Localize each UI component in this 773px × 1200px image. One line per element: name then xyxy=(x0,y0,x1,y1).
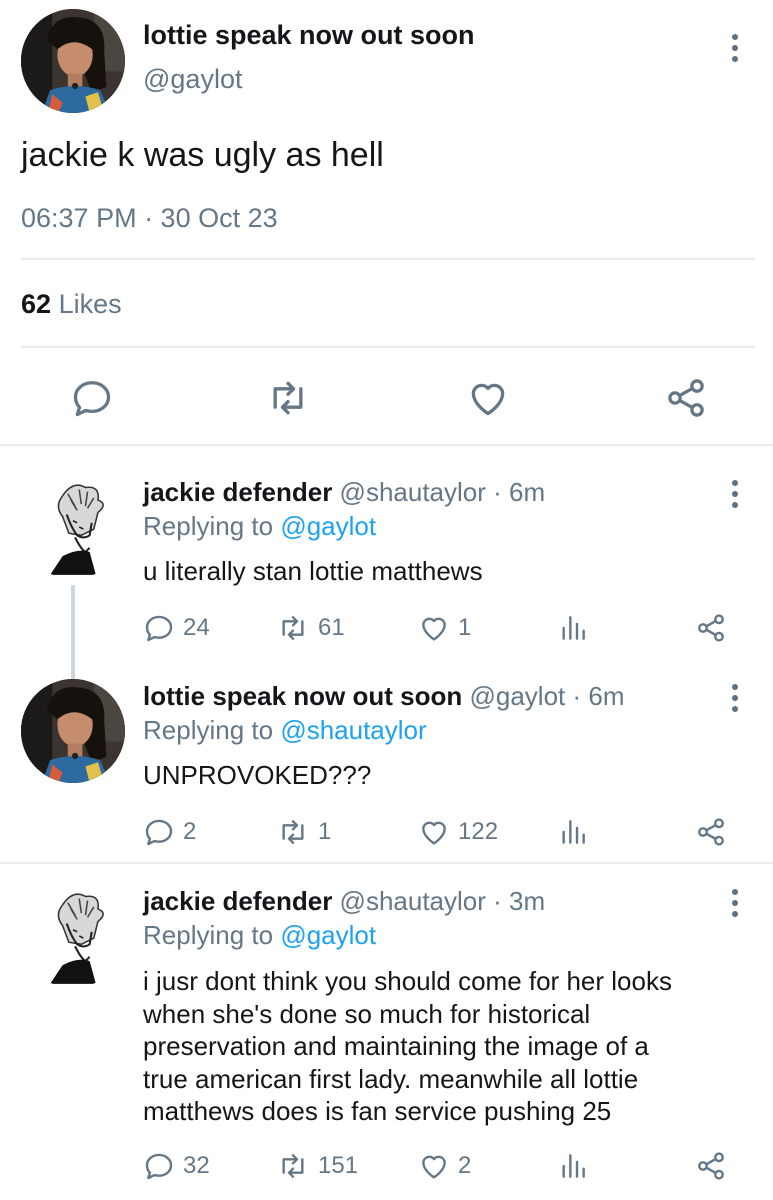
replying-prefix: Replying to xyxy=(143,920,274,950)
reply-text-line: preservation and maintaining the image o… xyxy=(143,1031,649,1061)
replying-to: Replying to @shautaylor xyxy=(143,715,427,746)
reply-action[interactable]: 2 xyxy=(143,816,196,848)
reply-count: 2 xyxy=(183,818,197,845)
reply-text-line: true american first lady. meanwhile all … xyxy=(143,1063,639,1094)
likes-label: Likes xyxy=(58,289,122,319)
divider xyxy=(0,444,773,446)
reply-text: UNPROVOKED??? xyxy=(143,760,372,790)
retweet-action[interactable]: 151 xyxy=(276,1150,358,1182)
like-count: 122 xyxy=(458,818,499,845)
retweet-icon xyxy=(276,1150,310,1182)
profile-photo-icon xyxy=(21,9,125,113)
share-icon[interactable] xyxy=(664,376,708,425)
divider xyxy=(21,346,755,348)
like-action[interactable]: 122 xyxy=(418,816,498,848)
reply-text-line: when she's done so much for historical xyxy=(143,998,591,1029)
like-count: 1 xyxy=(458,614,472,641)
profile-photo-icon xyxy=(21,884,125,988)
comment-icon xyxy=(143,1150,175,1182)
likes-summary[interactable]: 62 Likes xyxy=(21,289,122,320)
reply-header: jackie defender @shautaylor · 6m xyxy=(143,477,545,508)
divider xyxy=(21,258,755,260)
avatar[interactable] xyxy=(21,475,125,579)
divider xyxy=(0,862,773,864)
more-vertical-icon[interactable] xyxy=(729,480,741,508)
handle-time[interactable]: @shautaylor · 3m xyxy=(340,886,546,916)
like-action[interactable]: 1 xyxy=(418,612,471,644)
reply-text: i jusr dont think you should come for he… xyxy=(143,965,672,1128)
avatar[interactable] xyxy=(21,9,125,113)
profile-photo-icon xyxy=(21,679,125,783)
display-name[interactable]: lottie speak now out soon xyxy=(143,20,475,51)
avatar[interactable] xyxy=(21,679,125,783)
more-vertical-icon[interactable] xyxy=(729,34,741,62)
comment-icon[interactable] xyxy=(70,376,114,425)
mention-link[interactable]: @gaylot xyxy=(280,920,376,950)
like-count: 2 xyxy=(458,1152,472,1179)
reply-action[interactable]: 32 xyxy=(143,1150,210,1182)
comment-icon xyxy=(143,816,175,848)
retweet-icon[interactable] xyxy=(266,376,310,425)
display-name[interactable]: jackie defender xyxy=(143,886,332,916)
retweet-icon xyxy=(276,612,310,644)
tweet-timestamp[interactable]: 06:37 PM · 30 Oct 23 xyxy=(21,203,278,234)
display-name[interactable]: lottie speak now out soon xyxy=(143,681,462,711)
retweet-action[interactable]: 1 xyxy=(276,816,331,848)
heart-icon[interactable] xyxy=(466,376,510,425)
display-name[interactable]: jackie defender xyxy=(143,477,332,507)
analytics-icon[interactable] xyxy=(557,816,589,853)
handle-time[interactable]: @shautaylor · 6m xyxy=(340,477,546,507)
replying-prefix: Replying to xyxy=(143,715,274,745)
reply-header: jackie defender @shautaylor · 3m xyxy=(143,886,545,917)
more-vertical-icon[interactable] xyxy=(729,684,741,712)
user-handle[interactable]: @gaylot xyxy=(143,64,242,95)
reply-header: lottie speak now out soon @gaylot · 6m xyxy=(143,681,624,712)
like-action[interactable]: 2 xyxy=(418,1150,471,1182)
reply-count: 32 xyxy=(183,1152,210,1179)
share-icon[interactable] xyxy=(695,1150,727,1187)
retweet-count: 1 xyxy=(318,818,332,845)
reply-action[interactable]: 24 xyxy=(143,612,210,644)
tweet-text: jackie k was ugly as hell xyxy=(21,136,384,174)
replying-prefix: Replying to xyxy=(143,511,274,541)
retweet-count: 61 xyxy=(318,614,345,641)
retweet-action[interactable]: 61 xyxy=(276,612,345,644)
profile-photo-icon xyxy=(21,475,125,579)
reply-text: u literally stan lottie matthews xyxy=(143,556,483,586)
replying-to: Replying to @gaylot xyxy=(143,511,376,542)
handle-time[interactable]: @gaylot · 6m xyxy=(469,681,624,711)
reply-count: 24 xyxy=(183,614,210,641)
retweet-count: 151 xyxy=(318,1152,359,1179)
mention-link[interactable]: @shautaylor xyxy=(280,715,426,745)
share-icon[interactable] xyxy=(695,612,727,649)
mention-link[interactable]: @gaylot xyxy=(280,511,376,541)
heart-icon xyxy=(418,816,450,848)
comment-icon xyxy=(143,612,175,644)
analytics-icon[interactable] xyxy=(557,1150,589,1187)
reply-text-line: matthews does is fan service pushing 25 xyxy=(143,1096,612,1126)
avatar[interactable] xyxy=(21,884,125,988)
likes-count: 62 xyxy=(21,289,52,319)
thread-connector xyxy=(71,585,75,681)
more-vertical-icon[interactable] xyxy=(729,889,741,917)
heart-icon xyxy=(418,612,450,644)
share-icon[interactable] xyxy=(695,816,727,853)
heart-icon xyxy=(418,1150,450,1182)
analytics-icon[interactable] xyxy=(557,612,589,649)
replying-to: Replying to @gaylot xyxy=(143,920,376,951)
reply-text-line: i jusr dont think you should come for he… xyxy=(143,966,672,996)
retweet-icon xyxy=(276,816,310,848)
